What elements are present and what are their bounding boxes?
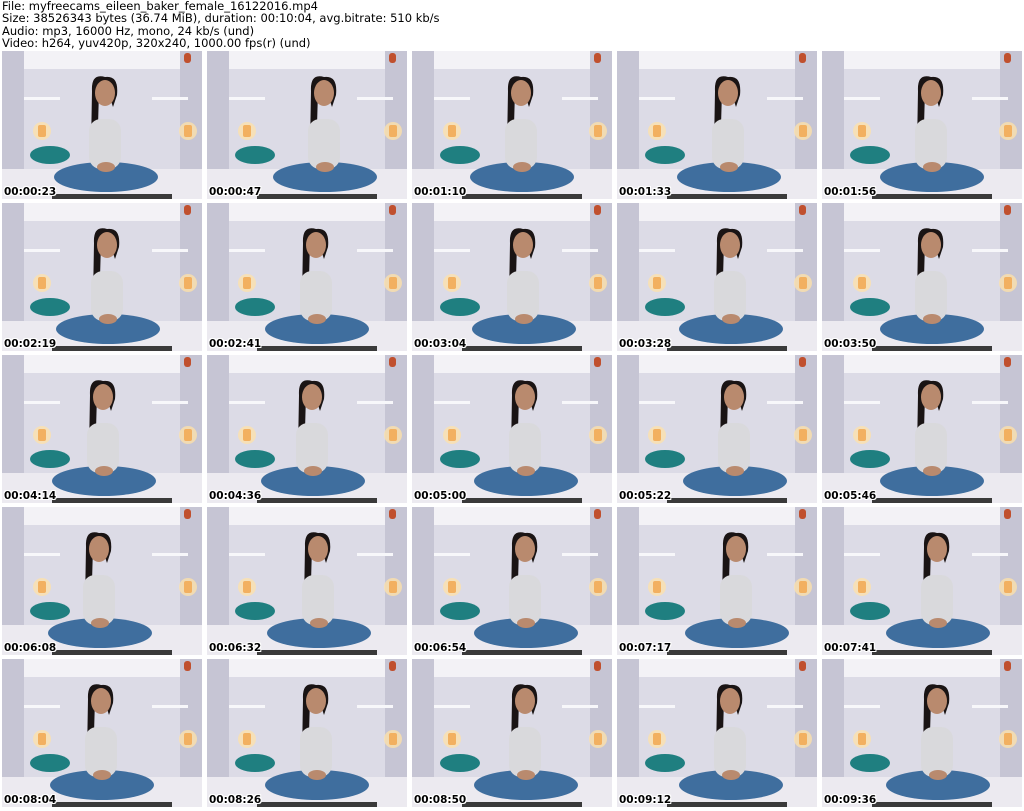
thumbnail-timestamp: 00:01:56 (824, 186, 877, 198)
thumbnail-image (822, 51, 1022, 199)
thumbnail-image (2, 51, 202, 199)
thumbnail-image (207, 355, 407, 503)
video-thumbnail-8[interactable]: 00:03:04 (412, 203, 612, 351)
thumbnail-image (617, 203, 817, 351)
thumbnail-image (412, 659, 612, 807)
thumbnail-timestamp: 00:05:46 (824, 490, 877, 502)
video-thumbnail-3[interactable]: 00:01:10 (412, 51, 612, 199)
thumbnail-timestamp: 00:02:41 (209, 338, 262, 350)
thumbnail-image (2, 659, 202, 807)
thumbnail-timestamp: 00:03:28 (619, 338, 672, 350)
video-thumbnail-22[interactable]: 00:08:26 (207, 659, 407, 807)
video-thumbnail-21[interactable]: 00:08:04 (2, 659, 202, 807)
thumbnail-timestamp: 00:00:47 (209, 186, 262, 198)
video-thumbnail-7[interactable]: 00:02:41 (207, 203, 407, 351)
thumbnail-timestamp: 00:04:36 (209, 490, 262, 502)
video-thumbnail-24[interactable]: 00:09:12 (617, 659, 817, 807)
file-info-header: File: myfreecams_eileen_baker_female_161… (2, 0, 1022, 50)
video-thumbnail-23[interactable]: 00:08:50 (412, 659, 612, 807)
thumbnail-timestamp: 00:05:22 (619, 490, 672, 502)
thumbnail-image (207, 51, 407, 199)
video-thumbnail-11[interactable]: 00:04:14 (2, 355, 202, 503)
thumbnail-image (412, 355, 612, 503)
thumbnail-timestamp: 00:01:33 (619, 186, 672, 198)
thumbnail-timestamp: 00:07:41 (824, 642, 877, 654)
thumbnail-timestamp: 00:06:32 (209, 642, 262, 654)
thumbnail-timestamp: 00:08:50 (414, 794, 467, 806)
thumbnail-timestamp: 00:08:04 (4, 794, 57, 806)
thumbnail-timestamp: 00:04:14 (4, 490, 57, 502)
video-thumbnail-9[interactable]: 00:03:28 (617, 203, 817, 351)
video-info-line: Video: h264, yuv420p, 320x240, 1000.00 f… (2, 36, 311, 51)
video-thumbnail-5[interactable]: 00:01:56 (822, 51, 1022, 199)
thumbnail-image (617, 507, 817, 655)
thumbnail-image (617, 355, 817, 503)
thumbnail-image (617, 51, 817, 199)
video-thumbnail-16[interactable]: 00:06:08 (2, 507, 202, 655)
thumbnail-image (412, 507, 612, 655)
thumbnail-image (822, 355, 1022, 503)
video-thumbnail-12[interactable]: 00:04:36 (207, 355, 407, 503)
thumbnail-image (2, 203, 202, 351)
thumbnail-timestamp: 00:01:10 (414, 186, 467, 198)
thumbnail-image (207, 659, 407, 807)
thumbnail-timestamp: 00:05:00 (414, 490, 467, 502)
thumbnail-grid: 00:00:23 00:00:47 00:01:10 00:01:33 00:0… (2, 51, 1022, 809)
video-thumbnail-20[interactable]: 00:07:41 (822, 507, 1022, 655)
thumbnail-image (822, 203, 1022, 351)
video-thumbnail-25[interactable]: 00:09:36 (822, 659, 1022, 807)
thumbnail-image (617, 659, 817, 807)
thumbnail-timestamp: 00:00:23 (4, 186, 57, 198)
video-thumbnail-19[interactable]: 00:07:17 (617, 507, 817, 655)
thumbnail-timestamp: 00:02:19 (4, 338, 57, 350)
video-thumbnail-15[interactable]: 00:05:46 (822, 355, 1022, 503)
thumbnail-timestamp: 00:06:54 (414, 642, 467, 654)
thumbnail-timestamp: 00:07:17 (619, 642, 672, 654)
video-thumbnail-13[interactable]: 00:05:00 (412, 355, 612, 503)
thumbnail-image (412, 51, 612, 199)
thumbnail-timestamp: 00:08:26 (209, 794, 262, 806)
thumbnail-image (2, 507, 202, 655)
thumbnail-timestamp: 00:03:50 (824, 338, 877, 350)
video-thumbnail-6[interactable]: 00:02:19 (2, 203, 202, 351)
thumbnail-image (412, 203, 612, 351)
video-thumbnail-1[interactable]: 00:00:23 (2, 51, 202, 199)
video-thumbnail-18[interactable]: 00:06:54 (412, 507, 612, 655)
thumbnail-image (822, 659, 1022, 807)
thumbnail-image (207, 203, 407, 351)
file-size-line: Size: 38526343 bytes (36.74 MiB), durati… (2, 11, 440, 26)
thumbnail-image (2, 355, 202, 503)
thumbnail-timestamp: 00:09:12 (619, 794, 672, 806)
thumbnail-image (822, 507, 1022, 655)
thumbnail-timestamp: 00:06:08 (4, 642, 57, 654)
thumbnail-timestamp: 00:03:04 (414, 338, 467, 350)
video-thumbnail-17[interactable]: 00:06:32 (207, 507, 407, 655)
thumbnail-image (207, 507, 407, 655)
video-thumbnail-14[interactable]: 00:05:22 (617, 355, 817, 503)
video-thumbnail-10[interactable]: 00:03:50 (822, 203, 1022, 351)
thumbnail-timestamp: 00:09:36 (824, 794, 877, 806)
video-thumbnail-4[interactable]: 00:01:33 (617, 51, 817, 199)
video-thumbnail-2[interactable]: 00:00:47 (207, 51, 407, 199)
